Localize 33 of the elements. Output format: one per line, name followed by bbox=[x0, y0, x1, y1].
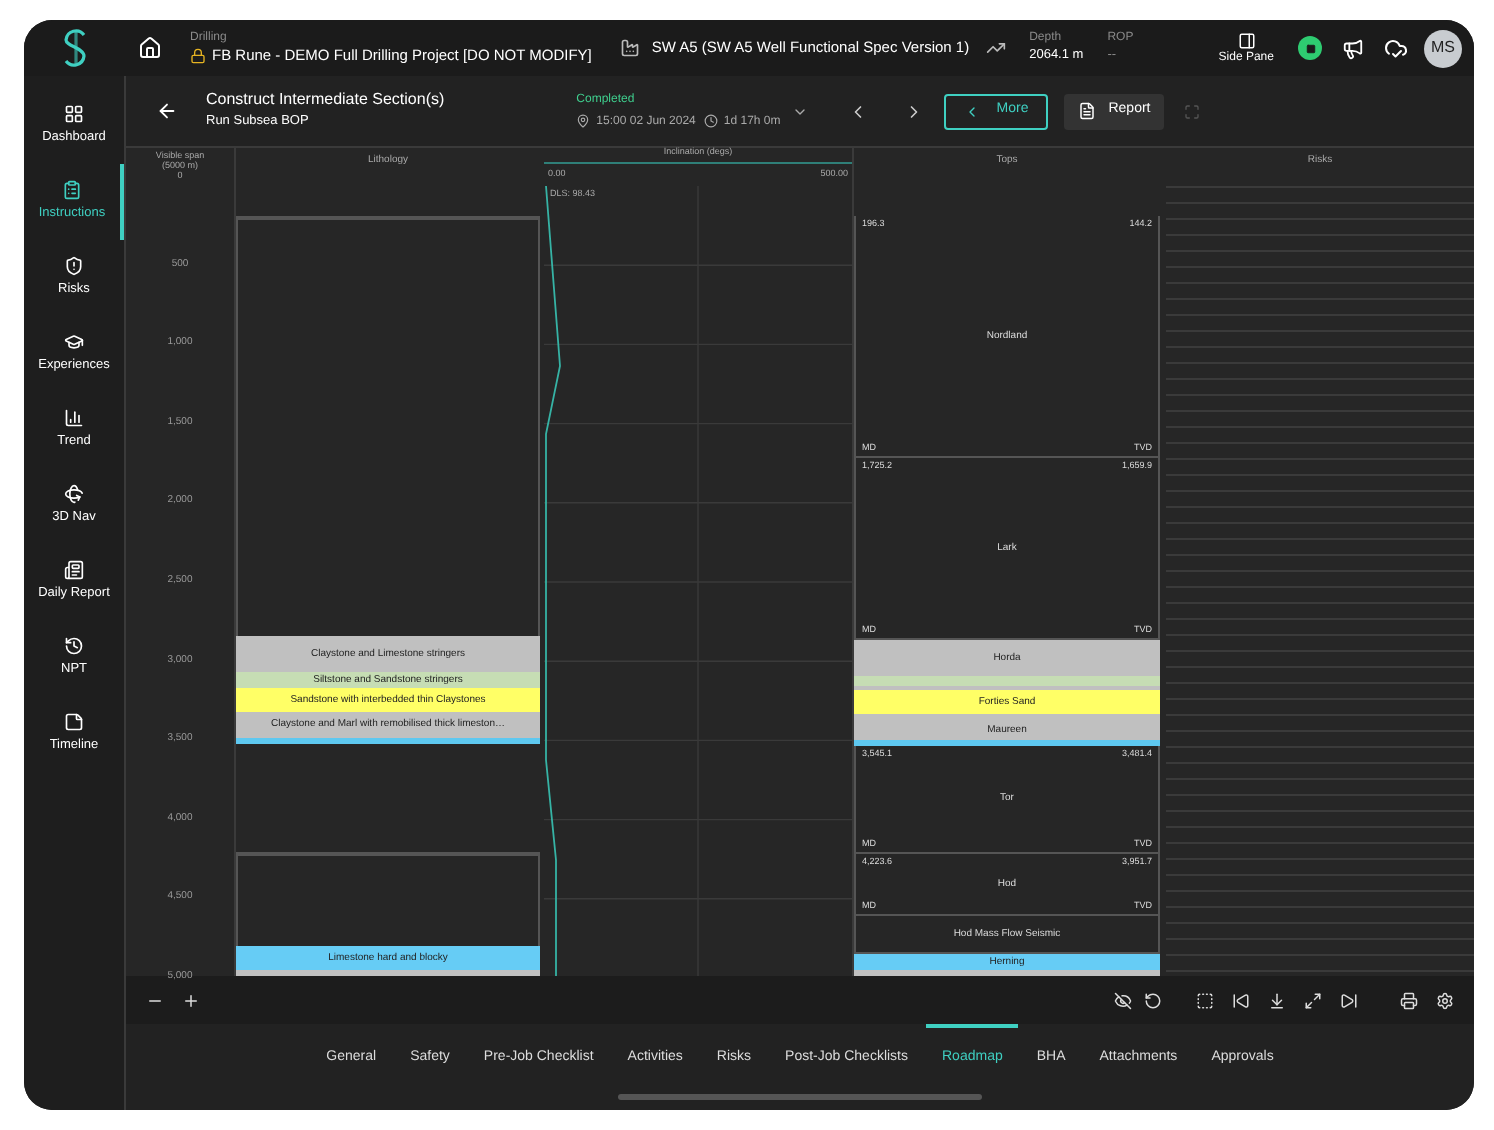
zoom-in-icon[interactable] bbox=[182, 991, 200, 1009]
bar-chart-icon bbox=[64, 408, 84, 429]
user-avatar[interactable]: MS bbox=[1424, 29, 1462, 67]
report-icon bbox=[64, 560, 84, 581]
document-icon bbox=[1078, 102, 1097, 120]
expand-icon[interactable] bbox=[1304, 991, 1322, 1009]
megaphone-icon[interactable] bbox=[1342, 37, 1364, 59]
note-icon bbox=[64, 712, 84, 733]
clock-icon bbox=[703, 114, 718, 128]
home-icon[interactable] bbox=[138, 36, 162, 60]
settings-icon[interactable] bbox=[1436, 991, 1454, 1009]
rotate-3d-icon bbox=[64, 484, 84, 505]
shield-icon bbox=[64, 256, 84, 277]
pin-icon bbox=[576, 114, 591, 128]
eye-off-icon[interactable] bbox=[1114, 991, 1132, 1009]
lock-icon bbox=[190, 48, 206, 64]
status-icon[interactable] bbox=[1298, 36, 1322, 60]
rig-icon bbox=[619, 38, 640, 58]
cloud-check-icon[interactable] bbox=[1384, 36, 1408, 60]
section-title: Construct Intermediate Section(s) bbox=[206, 92, 445, 109]
side-pane-icon bbox=[1237, 32, 1256, 50]
trend-icon[interactable] bbox=[985, 38, 1006, 58]
skip-back-icon[interactable] bbox=[1232, 991, 1250, 1009]
download-icon[interactable] bbox=[1268, 991, 1286, 1009]
back-arrow-icon[interactable] bbox=[156, 100, 178, 122]
rotate-icon[interactable] bbox=[1144, 991, 1162, 1009]
clipboard-icon bbox=[62, 180, 82, 201]
grid-icon bbox=[64, 104, 84, 125]
select-frame-icon[interactable] bbox=[1196, 991, 1214, 1009]
graduation-cap-icon bbox=[64, 332, 84, 353]
skip-forward-icon[interactable] bbox=[1340, 991, 1358, 1009]
history-icon bbox=[64, 636, 84, 657]
print-icon[interactable] bbox=[1400, 991, 1418, 1009]
